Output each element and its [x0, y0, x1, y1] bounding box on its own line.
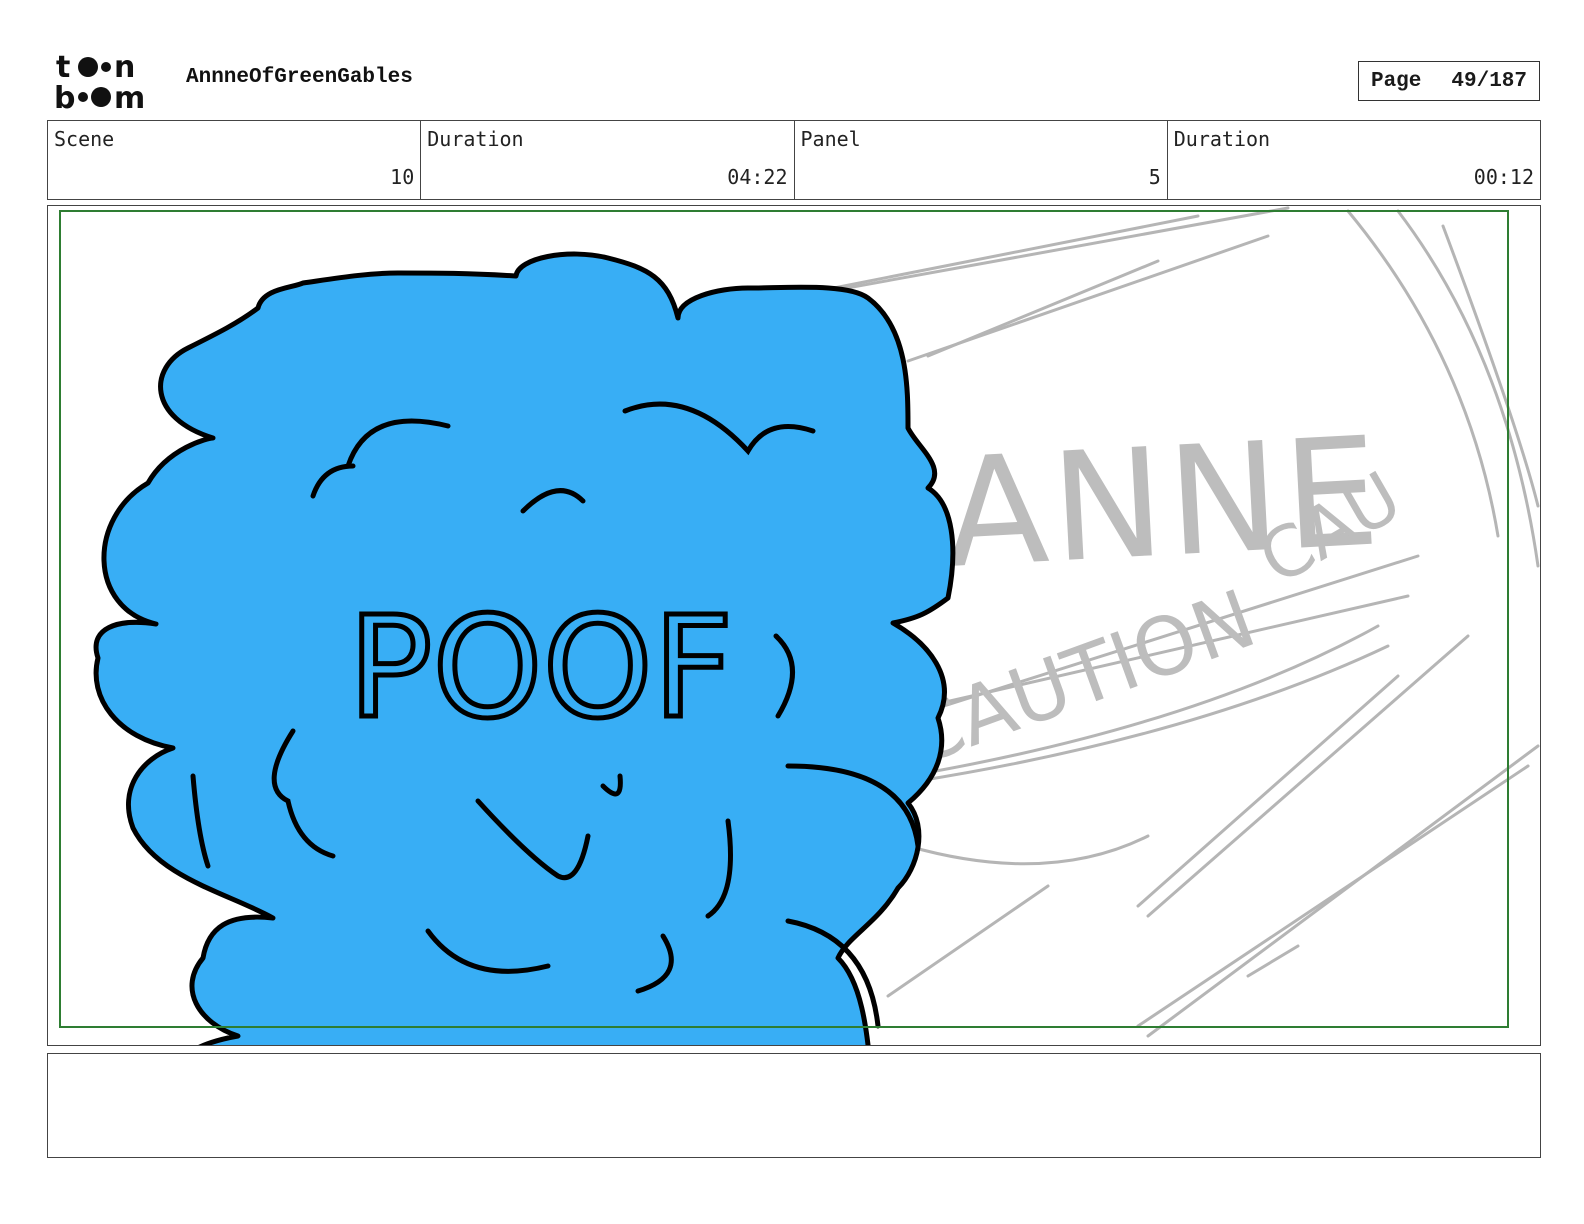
storyboard-panel: ANNE CAUTION CAU POOF — [47, 205, 1541, 1046]
scene-cell: Scene 10 — [48, 121, 422, 199]
page-number: 49/187 — [1451, 69, 1528, 93]
background-sketch-text: ANNE CAUTION CAU — [893, 405, 1415, 784]
toonboom-logo: t n b m — [52, 50, 164, 116]
panel-artwork: ANNE CAUTION CAU POOF — [59, 206, 1540, 1045]
svg-text:n: n — [114, 50, 135, 85]
svg-text:m: m — [114, 81, 145, 112]
scene-duration-cell: Duration 04:22 — [421, 121, 795, 199]
project-title: AnnneOfGreenGables — [186, 66, 413, 89]
panel-label: Panel — [800, 127, 861, 151]
svg-text:b: b — [54, 81, 75, 112]
panel-duration-label: Duration — [1173, 127, 1271, 151]
panel-cell: Panel 5 — [795, 121, 1168, 199]
scene-info-row: Scene 10 Duration 04:22 Panel 5 Duration… — [47, 120, 1541, 200]
page-label: Page — [1370, 69, 1422, 93]
panel-duration-cell: Duration 00:12 — [1168, 121, 1540, 199]
page-indicator: Page 49/187 — [1358, 61, 1540, 101]
svg-text:t: t — [56, 50, 70, 85]
scene-duration-label: Duration — [427, 127, 524, 151]
scene-label: Scene — [54, 127, 115, 151]
scene-duration-value: 04:22 — [727, 165, 788, 189]
poof-caption: POOF — [348, 587, 733, 750]
panel-duration-value: 00:12 — [1473, 165, 1534, 189]
scene-value: 10 — [390, 165, 415, 189]
panel-notes[interactable] — [47, 1053, 1541, 1158]
sketch-text-caution: CAUTION — [893, 572, 1267, 784]
panel-value: 5 — [1148, 165, 1161, 189]
